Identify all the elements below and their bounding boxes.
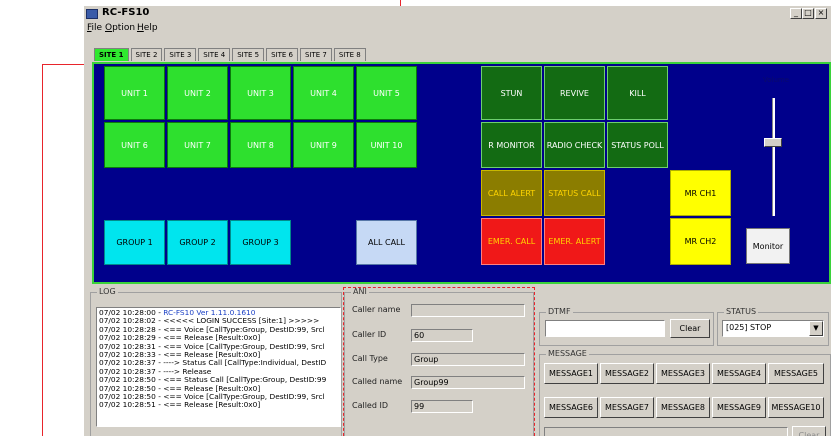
chevron-down-icon[interactable]: ▼: [809, 321, 823, 336]
tab-site-6[interactable]: SITE 6: [266, 48, 298, 61]
minimize-icon[interactable]: _: [790, 8, 802, 19]
log-message: <== Release [Result:0x0]: [163, 400, 261, 410]
message-button-5[interactable]: MESSAGE5: [768, 363, 824, 384]
unit-button-1[interactable]: UNIT 1: [104, 66, 165, 120]
stun-button[interactable]: STUN: [481, 66, 542, 120]
unit-button-8[interactable]: UNIT 8: [230, 122, 291, 168]
message-clear-button[interactable]: Clear: [792, 426, 826, 436]
monitor-button[interactable]: Monitor: [746, 228, 790, 264]
all-call-button[interactable]: ALL CALL: [356, 220, 417, 265]
message-text-field[interactable]: [544, 427, 788, 436]
r-monitor-button[interactable]: R MONITOR: [481, 122, 542, 168]
mr-ch1-button[interactable]: MR CH1: [670, 170, 731, 216]
log-line: 07/02 10:28:51 - <== Release [Result:0x0…: [99, 401, 338, 409]
dtmf-title: DTMF: [546, 307, 573, 316]
message-group: MESSAGE MESSAGE1 MESSAGE2 MESSAGE3 MESSA…: [539, 349, 831, 436]
group-button-2[interactable]: GROUP 2: [167, 220, 228, 265]
app-window: RC-FS10 _ □ × File Option Help SITE 1 SI…: [84, 6, 831, 436]
status-group: STATUS [025] STOP ▼: [717, 307, 829, 346]
tab-site-3[interactable]: SITE 3: [164, 48, 197, 61]
emer-call-button[interactable]: EMER. CALL: [481, 218, 542, 265]
volume-label: Volume: [762, 76, 790, 84]
unit-button-4[interactable]: UNIT 4: [293, 66, 354, 120]
kill-button[interactable]: KILL: [607, 66, 668, 120]
status-select[interactable]: [025] STOP ▼: [722, 320, 824, 337]
unit-button-5[interactable]: UNIT 5: [356, 66, 417, 120]
message-button-4[interactable]: MESSAGE4: [712, 363, 766, 384]
dtmf-clear-button[interactable]: Clear: [670, 319, 710, 338]
app-icon: [86, 9, 98, 19]
radio-check-button[interactable]: RADIO CHECK: [544, 122, 605, 168]
log-group: LOG 07/02 10:28:00 - RC-FS10 Ver 1.11.0.…: [90, 287, 342, 436]
log-timestamp: 07/02 10:28:51 -: [99, 400, 164, 410]
menu-file[interactable]: File: [87, 23, 102, 33]
unit-button-9[interactable]: UNIT 9: [293, 122, 354, 168]
menu-bar: File Option Help: [84, 22, 831, 36]
tab-site-2[interactable]: SITE 2: [130, 48, 163, 61]
tab-site-1[interactable]: SITE 1: [94, 48, 129, 61]
ani-highlight: [343, 287, 535, 436]
unit-button-6[interactable]: UNIT 6: [104, 122, 165, 168]
log-output[interactable]: 07/02 10:28:00 - RC-FS10 Ver 1.11.0.1610…: [96, 307, 341, 427]
message-button-3[interactable]: MESSAGE3: [656, 363, 710, 384]
message-button-7[interactable]: MESSAGE7: [600, 397, 654, 418]
dtmf-group: DTMF Clear: [539, 307, 714, 346]
unit-button-10[interactable]: UNIT 10: [356, 122, 417, 168]
volume-track[interactable]: [772, 98, 775, 216]
maximize-icon[interactable]: □: [802, 8, 814, 19]
window-title: RC-FS10: [102, 7, 150, 18]
message-button-8[interactable]: MESSAGE8: [656, 397, 710, 418]
status-selected-value: [025] STOP: [726, 323, 772, 332]
message-button-6[interactable]: MESSAGE6: [544, 397, 598, 418]
message-button-1[interactable]: MESSAGE1: [544, 363, 598, 384]
revive-button[interactable]: REVIVE: [544, 66, 605, 120]
menu-option[interactable]: Option: [105, 23, 135, 33]
group-button-1[interactable]: GROUP 1: [104, 220, 165, 265]
log-title: LOG: [97, 287, 118, 296]
dtmf-input[interactable]: [545, 320, 665, 337]
tab-site-8[interactable]: SITE 8: [333, 48, 366, 61]
message-button-9[interactable]: MESSAGE9: [712, 397, 766, 418]
tab-site-7[interactable]: SITE 7: [299, 48, 332, 61]
tab-site-5[interactable]: SITE 5: [232, 48, 265, 61]
message-title: MESSAGE: [546, 349, 589, 358]
menu-help[interactable]: Help: [137, 23, 158, 33]
status-title: STATUS: [724, 307, 759, 316]
unit-button-7[interactable]: UNIT 7: [167, 122, 228, 168]
message-button-10[interactable]: MESSAGE10: [768, 397, 824, 418]
annotation-line: [42, 64, 43, 436]
unit-button-3[interactable]: UNIT 3: [230, 66, 291, 120]
volume-slider-thumb[interactable]: [764, 138, 782, 147]
status-poll-button[interactable]: STATUS POLL: [607, 122, 668, 168]
call-alert-button[interactable]: CALL ALERT: [481, 170, 542, 216]
close-icon[interactable]: ×: [815, 8, 827, 19]
emer-alert-button[interactable]: EMER. ALERT: [544, 218, 605, 265]
group-button-3[interactable]: GROUP 3: [230, 220, 291, 265]
title-bar: RC-FS10 _ □ ×: [84, 6, 831, 22]
unit-button-2[interactable]: UNIT 2: [167, 66, 228, 120]
mr-ch2-button[interactable]: MR CH2: [670, 218, 731, 265]
tab-site-4[interactable]: SITE 4: [198, 48, 231, 61]
site-tabs: SITE 1 SITE 2 SITE 3 SITE 4 SITE 5 SITE …: [94, 48, 368, 61]
status-call-button[interactable]: STATUS CALL: [544, 170, 605, 216]
message-button-2[interactable]: MESSAGE2: [600, 363, 654, 384]
ani-group: ANI Caller name Caller ID 60 Call Type G…: [343, 287, 535, 436]
control-panel: UNIT 1 UNIT 2 UNIT 3 UNIT 4 UNIT 5 UNIT …: [92, 62, 831, 284]
